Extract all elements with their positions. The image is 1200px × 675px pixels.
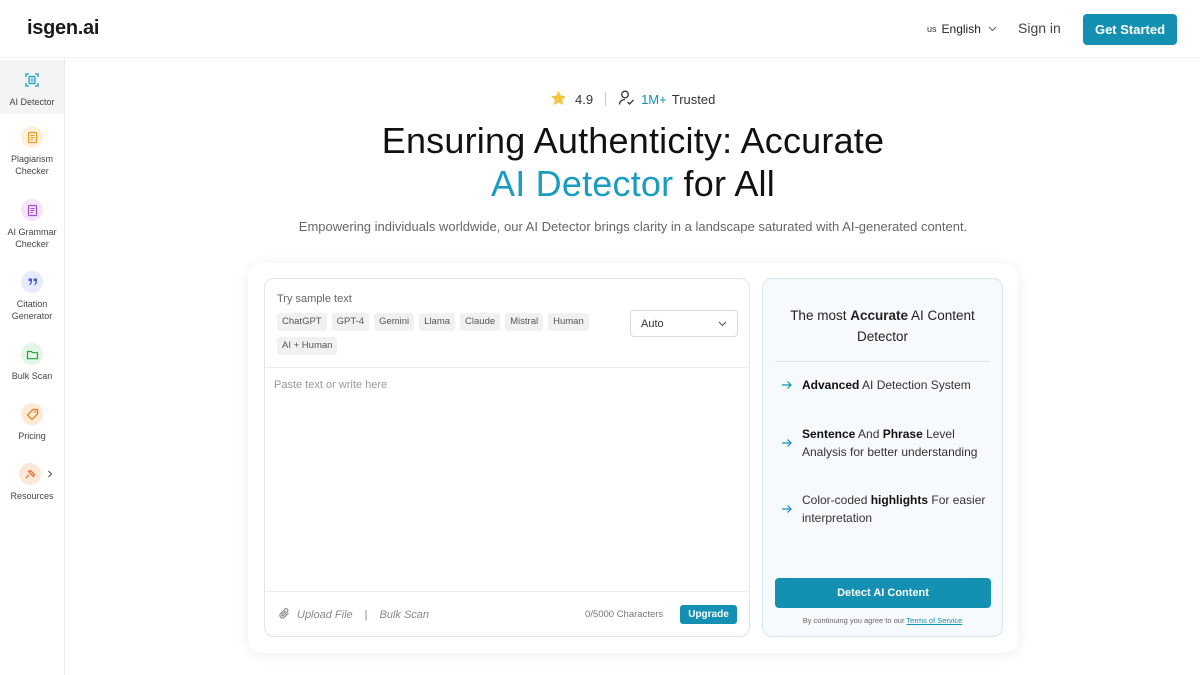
model-select-value: Auto	[641, 317, 664, 330]
price-tag-icon	[21, 403, 43, 425]
model-select[interactable]: Auto	[630, 310, 738, 337]
chevron-down-icon	[988, 24, 997, 35]
sidebar-item-label: Pricing	[18, 431, 46, 441]
paperclip-icon	[278, 607, 291, 623]
arrow-right-icon	[781, 436, 802, 451]
sample-chip-chatgpt[interactable]: ChatGPT	[277, 313, 327, 331]
terms-notice: By continuing you agree to our Terms of …	[802, 616, 963, 625]
chevron-right-icon	[47, 465, 53, 483]
detect-ai-content-button[interactable]: Detect AI Content	[775, 578, 991, 608]
logo[interactable]: isgen.ai	[27, 17, 99, 40]
language-label: English	[941, 22, 981, 36]
divider	[775, 361, 990, 362]
sample-chip-human[interactable]: Human	[548, 313, 589, 331]
hero-title-accent: AI Detector	[491, 163, 674, 204]
panel-title-bold: Accurate	[850, 308, 908, 323]
feature-item: Color-coded highlights For easier interp…	[781, 491, 991, 527]
sidebar-item-label: Citation Generator	[11, 299, 53, 321]
top-header: isgen.ai us English Sign in Get Started	[0, 0, 1200, 58]
resources-icon	[19, 463, 41, 485]
terms-of-service-link[interactable]: Terms of Service	[906, 616, 962, 625]
hero-title-rest: for All	[673, 163, 775, 204]
feature-text: Sentence And Phrase Level Analysis for b…	[802, 427, 978, 459]
sidebar-item-citation-generator[interactable]: Citation Generator	[0, 271, 64, 322]
chevron-down-icon	[718, 318, 727, 330]
sample-chip-gemini[interactable]: Gemini	[374, 313, 415, 331]
upload-controls: Upload File | Bulk Scan	[278, 607, 429, 623]
quote-icon	[21, 271, 43, 293]
panel-title: The most Accurate AI Content Detector	[790, 308, 975, 344]
sidebar-item-label: AI Detector	[9, 97, 55, 107]
sidebar-item-label: Bulk Scan	[11, 371, 53, 381]
sample-chip-llama[interactable]: Llama	[419, 313, 456, 331]
scan-doc-icon	[21, 69, 43, 91]
text-input-area[interactable]: Paste text or write here	[274, 379, 387, 391]
hero-title-line2: AI Detector for All	[0, 163, 1200, 205]
features-panel: The most Accurate AI Content Detector Ad…	[762, 278, 1003, 637]
sample-chip-ai-human[interactable]: AI + Human	[277, 337, 338, 355]
arrow-right-icon	[781, 378, 802, 393]
hero-title-line1: Ensuring Authenticity: Accurate	[381, 120, 885, 161]
star-icon	[550, 90, 567, 109]
sample-text-label: Try sample text	[277, 293, 352, 305]
divider	[265, 591, 749, 592]
rating-value: 4.9	[575, 91, 594, 107]
sidebar-item-resources[interactable]: Resources	[0, 463, 64, 502]
divider	[265, 367, 749, 368]
flag-icon: us	[927, 24, 937, 34]
sample-chips: ChatGPT GPT-4 Gemini Llama Claude Mistra…	[277, 313, 617, 355]
sidebar-item-bulk-scan[interactable]: Bulk Scan	[0, 343, 64, 382]
feature-text: Advanced AI Detection System	[802, 378, 971, 392]
sidebar-item-label: Resources	[10, 491, 54, 501]
rating-bar: 4.9 1M+ Trusted	[550, 89, 715, 109]
text-editor-panel: Try sample text ChatGPT GPT-4 Gemini Lla…	[264, 278, 750, 637]
sample-chip-gpt4[interactable]: GPT-4	[331, 313, 370, 331]
feature-item: Advanced AI Detection System	[781, 376, 991, 394]
user-check-icon	[618, 89, 635, 109]
language-selector[interactable]: us English	[927, 22, 997, 36]
get-started-button[interactable]: Get Started	[1083, 14, 1177, 45]
upgrade-button[interactable]: Upgrade	[680, 605, 737, 624]
character-count: 0/5000 Characters	[585, 609, 664, 620]
feature-item: Sentence And Phrase Level Analysis for b…	[781, 425, 991, 461]
hero-subtitle: Empowering individuals worldwide, our AI…	[298, 219, 968, 234]
sidebar-item-ai-detector[interactable]: AI Detector	[0, 60, 64, 114]
separator: |	[364, 609, 368, 621]
users-label: Trusted	[671, 91, 716, 107]
feature-text: Color-coded highlights For easier interp…	[802, 493, 986, 525]
users-count: 1M+	[641, 91, 667, 107]
sign-in-link[interactable]: Sign in	[1018, 20, 1061, 36]
upload-file-link[interactable]: Upload File	[297, 609, 353, 621]
bulk-scan-link[interactable]: Bulk Scan	[380, 609, 430, 621]
divider	[605, 92, 607, 106]
sample-chip-claude[interactable]: Claude	[460, 313, 501, 331]
arrow-right-icon	[781, 502, 802, 517]
sample-chip-mistral[interactable]: Mistral	[505, 313, 544, 331]
sidebar-item-pricing[interactable]: Pricing	[0, 403, 64, 442]
folder-icon	[21, 343, 43, 365]
